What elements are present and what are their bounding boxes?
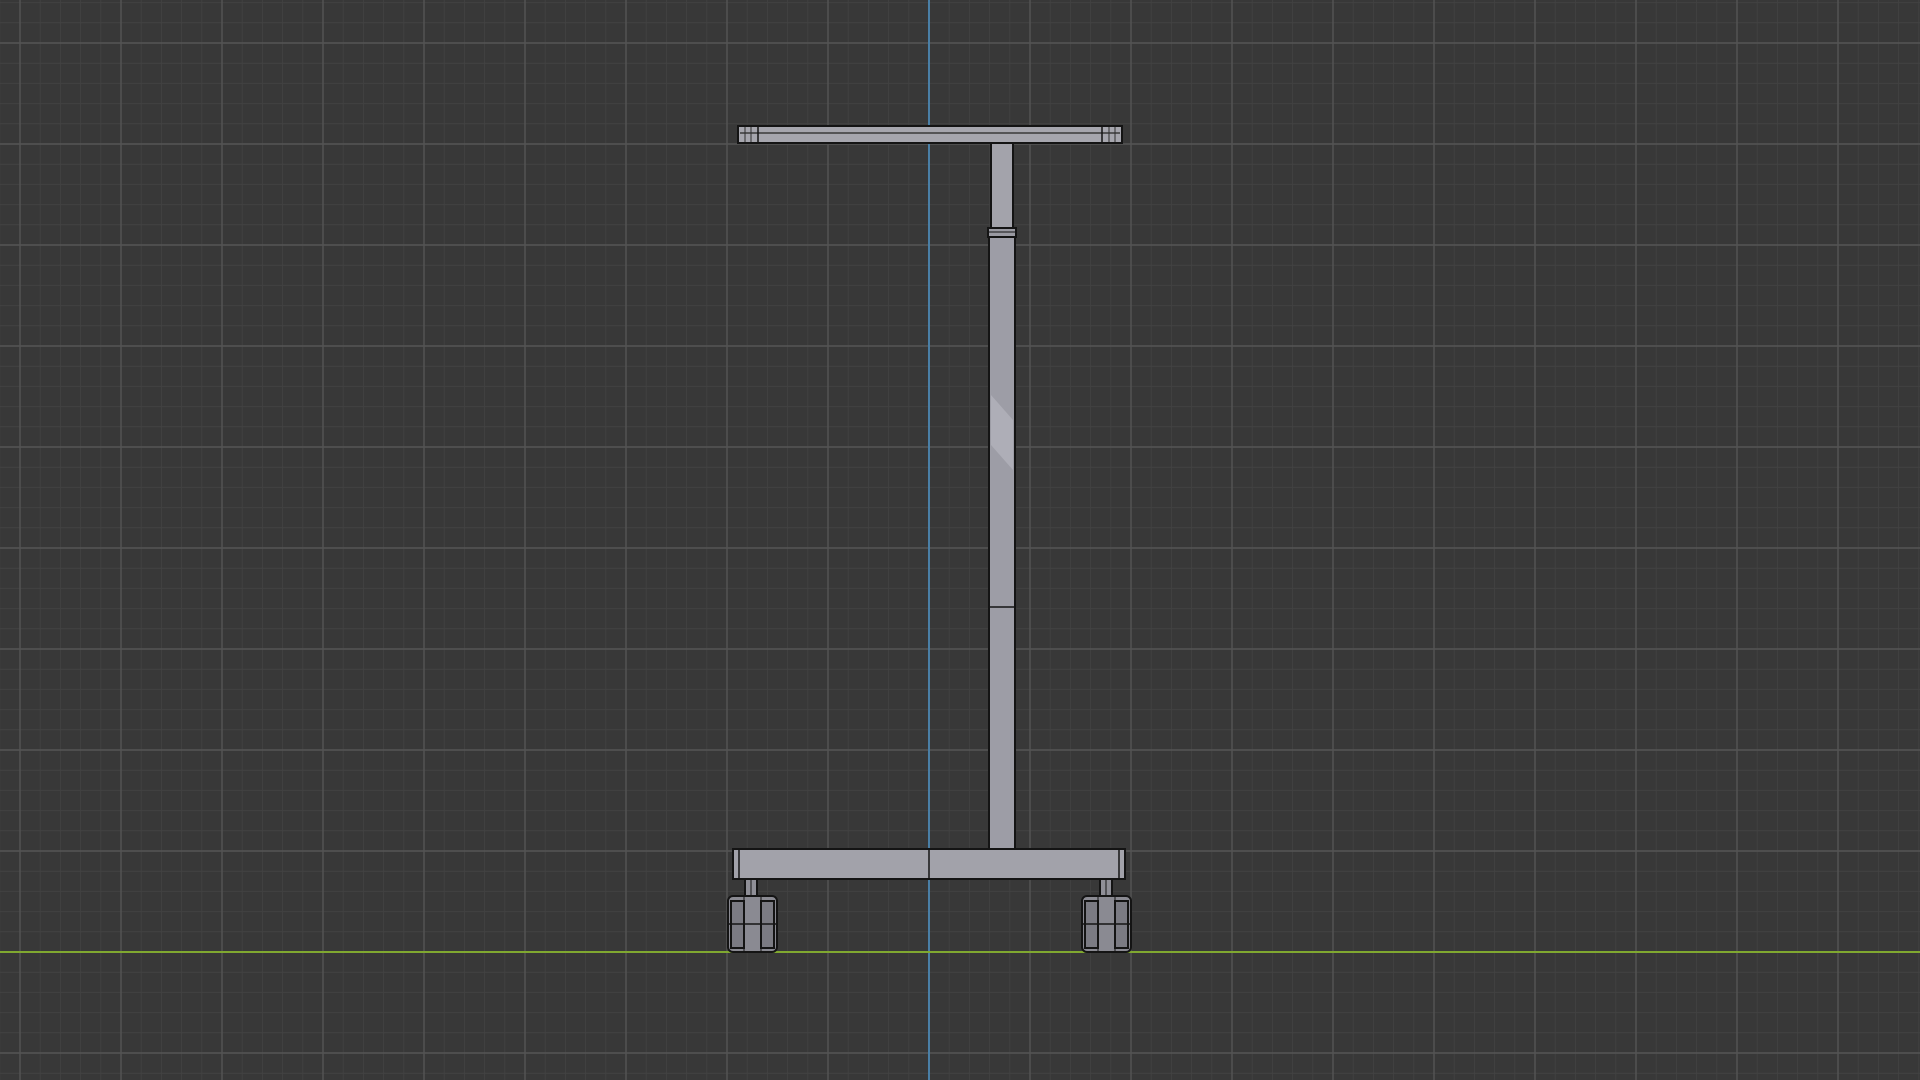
tabletop[interactable] xyxy=(737,125,1123,144)
viewport-background xyxy=(0,0,1920,1080)
viewport-canvas[interactable] xyxy=(0,0,1920,1080)
height-collar[interactable] xyxy=(987,227,1017,238)
column-lower-tube[interactable] xyxy=(988,236,1016,850)
3d-viewport[interactable] xyxy=(0,0,1920,1080)
column-upper-tube[interactable] xyxy=(990,142,1014,229)
base-bar[interactable] xyxy=(732,848,1126,880)
